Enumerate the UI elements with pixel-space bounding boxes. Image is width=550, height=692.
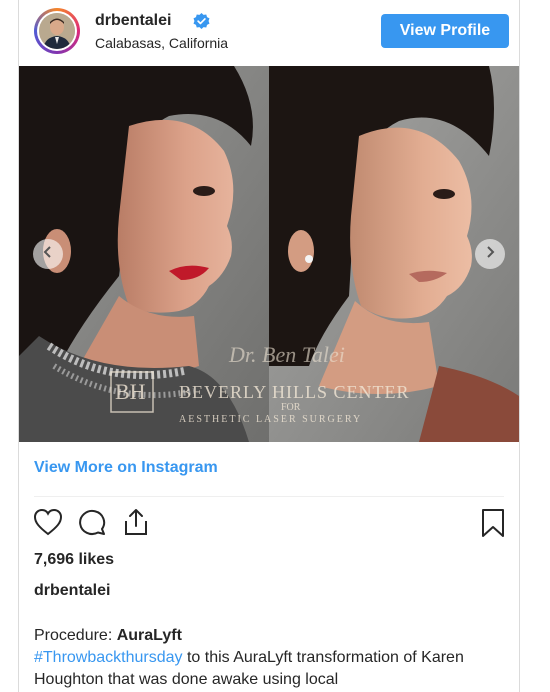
watermark-for: FOR xyxy=(281,402,301,413)
procedure-label: Procedure: xyxy=(34,627,117,644)
divider xyxy=(34,496,504,497)
view-profile-button[interactable]: View Profile xyxy=(381,14,509,48)
bookmark-icon[interactable] xyxy=(480,508,506,543)
verified-badge-icon xyxy=(193,13,210,35)
avatar-ring xyxy=(37,11,77,51)
share-icon[interactable] xyxy=(121,508,151,541)
chevron-right-icon xyxy=(484,245,496,263)
chevron-left-icon xyxy=(42,245,54,263)
view-more-on-instagram-link[interactable]: View More on Instagram xyxy=(34,459,218,477)
procedure-name: AuraLyft xyxy=(116,627,182,644)
post-caption: Procedure: AuraLyft #Throwbackthursday to… xyxy=(34,625,504,691)
carousel-prev-button[interactable] xyxy=(33,239,63,269)
watermark-subtitle: AESTHETIC LASER SURGERY xyxy=(179,414,363,425)
avatar[interactable] xyxy=(34,8,80,54)
avatar-photo xyxy=(39,13,75,49)
comment-icon[interactable] xyxy=(77,508,107,541)
location-link[interactable]: Calabasas, California xyxy=(95,35,228,51)
caption-username[interactable]: drbentalei xyxy=(34,582,110,600)
post-media-carousel[interactable]: BH Dr. Ben Talei BEVERLY HILLS CENTER FO… xyxy=(19,66,519,442)
username[interactable]: drbentalei xyxy=(95,12,171,30)
carousel-next-button[interactable] xyxy=(475,239,505,269)
instagram-embed-card: drbentalei Calabasas, California View Pr… xyxy=(18,0,520,692)
heart-icon[interactable] xyxy=(33,508,63,541)
hashtag-link[interactable]: #Throwbackthursday xyxy=(34,649,183,666)
watermark-signature: Dr. Ben Talei xyxy=(229,342,345,367)
likes-count[interactable]: 7,696 likes xyxy=(34,551,114,569)
watermark-logo: BH xyxy=(115,379,146,404)
watermark-title: BEVERLY HILLS CENTER xyxy=(179,382,410,402)
post-header: drbentalei Calabasas, California View Pr… xyxy=(19,0,519,66)
